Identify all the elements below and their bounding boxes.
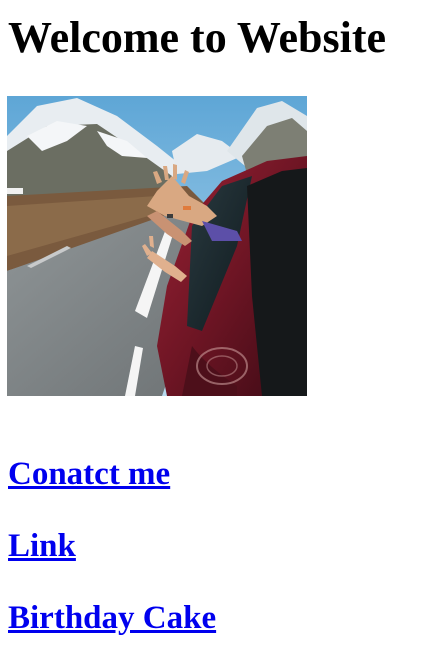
page-title: Welcome to Website: [8, 13, 386, 62]
birthday-cake-link[interactable]: Birthday Cake: [8, 599, 216, 637]
page: Welcome to Website Conatct me Link Birth…: [0, 0, 429, 656]
contact-me-link[interactable]: Conatct me: [8, 455, 170, 493]
hero-image: [7, 96, 307, 396]
link-link[interactable]: Link: [8, 527, 76, 565]
